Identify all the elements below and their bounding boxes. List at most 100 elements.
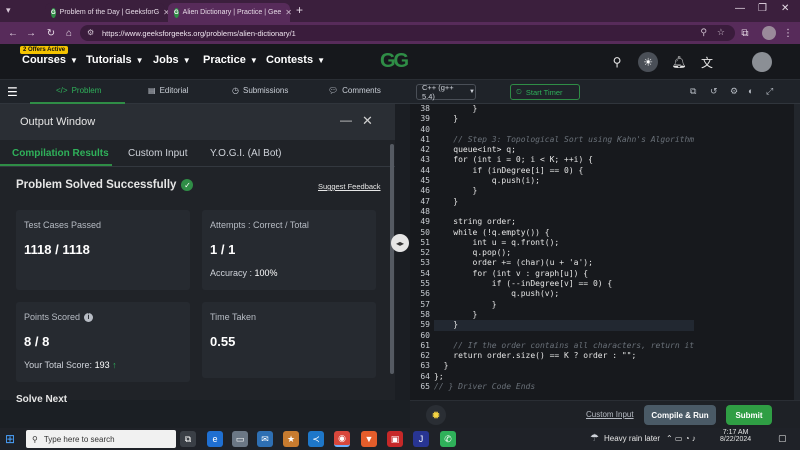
clock[interactable]: 7:17 AM 8/22/2024 — [720, 429, 751, 443]
browser-menu-icon[interactable]: ⋮ — [781, 26, 795, 40]
extensions-icon[interactable]: ⧉ — [738, 26, 752, 40]
code-line[interactable]: } — [434, 114, 694, 124]
zoom-icon[interactable]: ⚲ — [700, 27, 707, 38]
code-line[interactable]: q.push(i); — [434, 176, 694, 186]
notification-bell-icon[interactable]: 🔔︎ — [670, 53, 688, 71]
nav-jobs[interactable]: Jobs ▼ — [153, 54, 191, 66]
jetbrains-icon[interactable]: J — [413, 431, 429, 447]
code-line[interactable] — [434, 331, 694, 341]
code-line[interactable] — [434, 207, 694, 217]
gfg-logo[interactable]: GG — [380, 50, 409, 73]
code-line[interactable]: } — [434, 361, 694, 371]
fullscreen-icon[interactable]: ⤢ — [766, 86, 773, 97]
code-line[interactable]: } — [434, 300, 694, 310]
nav-contests[interactable]: Contests ▼ — [266, 54, 325, 66]
file-explorer-icon[interactable]: ▭ — [232, 431, 248, 447]
whatsapp-icon[interactable]: ✆ — [440, 431, 456, 447]
tab-yogi-ai-bot[interactable]: Y.O.G.I. (AI Bot) — [210, 148, 282, 159]
app-icon[interactable]: ▣ — [387, 431, 403, 447]
tab-editorial[interactable]: ▤ Editorial — [148, 86, 188, 95]
reload-icon[interactable]: ↻ — [44, 26, 58, 40]
theme-toggle-icon[interactable]: ☀ — [638, 52, 658, 72]
suggest-feedback-link[interactable]: Suggest Feedback — [318, 182, 381, 191]
offers-badge[interactable]: 2 Offers Active — [20, 46, 69, 54]
resize-handle-icon[interactable]: ◂▸ — [391, 234, 409, 252]
code-line[interactable]: for (int i = 0; i < K; ++i) { — [434, 155, 694, 165]
code-line[interactable]: if (--inDegree[v] == 0) { — [434, 279, 694, 289]
notification-center-icon[interactable]: ▢ — [778, 433, 787, 444]
nav-courses[interactable]: Courses ▼ — [22, 54, 78, 66]
new-tab-icon[interactable]: + — [296, 3, 303, 17]
nav-practice[interactable]: Practice ▼ — [203, 54, 258, 66]
start-timer-button[interactable]: ⏲ Start Timer — [510, 84, 580, 100]
tab-custom-input[interactable]: Custom Input — [128, 148, 187, 159]
brave-icon[interactable]: ▼ — [361, 431, 377, 447]
window-close-icon[interactable]: ✕ — [781, 3, 789, 14]
code-line[interactable]: q.pop(); — [434, 248, 694, 258]
bookmark-star-icon[interactable]: ☆ — [717, 27, 725, 38]
tab-search-icon[interactable]: ▾ — [6, 5, 18, 17]
settings-icon[interactable]: ⚙ — [730, 86, 738, 97]
reset-icon[interactable]: ↺ — [710, 86, 718, 97]
code-area[interactable]: } } // Step 3: Topological Sort using Ka… — [434, 104, 695, 392]
submit-button[interactable]: Submit — [726, 405, 772, 425]
tab-comments[interactable]: 💬︎ Comments — [328, 86, 381, 95]
code-line[interactable]: } — [434, 104, 694, 114]
code-line[interactable]: }; — [434, 372, 694, 382]
nav-tutorials[interactable]: Tutorials ▼ — [86, 54, 144, 66]
scrollbar[interactable] — [390, 144, 394, 374]
code-line[interactable]: return order.size() == K ? order : ""; — [434, 351, 694, 361]
editor-scrollbar[interactable] — [794, 104, 800, 400]
browser-tab-alien-dictionary[interactable]: G Alien Dictionary | Practice | Gee ✕ — [168, 3, 292, 22]
minimize-icon[interactable]: — — [735, 3, 745, 14]
info-icon[interactable]: i — [84, 312, 94, 322]
tray-icons[interactable]: ⌃ ▭ ◔ ♪ — [666, 434, 696, 443]
chrome-icon[interactable]: ◉ — [334, 431, 350, 447]
code-line[interactable]: q.push(v); — [434, 289, 694, 299]
code-editor[interactable]: 38 39 40 41 42 43 44 45 46 47 48 49 50 51 52 53 54 55 56 57… — [410, 104, 800, 400]
code-line[interactable]: } — [434, 186, 694, 196]
weather-text[interactable]: Heavy rain later — [604, 434, 660, 443]
search-icon[interactable]: ⚲ — [608, 53, 626, 71]
site-info-icon[interactable]: ⚙ — [87, 28, 94, 37]
back-icon[interactable]: ← — [6, 26, 20, 40]
code-line[interactable]: // Step 3: Topological Sort using Kahn's… — [434, 135, 694, 145]
code-line[interactable]: } — [434, 197, 694, 207]
copy-icon[interactable]: ⧉ — [690, 86, 696, 97]
tab-submissions[interactable]: ◷ Submissions — [232, 86, 288, 95]
task-view-icon[interactable]: ⧉ — [180, 431, 196, 447]
code-line[interactable]: while (!q.empty()) { — [434, 228, 694, 238]
code-line[interactable]: string order; — [434, 217, 694, 227]
code-line[interactable]: int u = q.front(); — [434, 238, 694, 248]
language-select[interactable]: C++ (g++ 5.4) ▼ — [416, 83, 476, 101]
vscode-icon[interactable]: ≺ — [308, 431, 324, 447]
code-line[interactable]: if (inDegree[i] == 0) { — [434, 166, 694, 176]
forward-icon[interactable]: → — [24, 26, 38, 40]
minimize-panel-icon[interactable]: — — [340, 113, 352, 127]
hamburger-menu-icon[interactable]: ☰ — [7, 85, 18, 99]
theme-icon[interactable]: ◐ — [748, 86, 753, 96]
code-line[interactable]: } — [434, 310, 694, 320]
translate-icon[interactable]: 文 — [698, 53, 716, 71]
code-line[interactable]: order += (char)(u + 'a'); — [434, 258, 694, 268]
code-line[interactable]: // } Driver Code Ends — [434, 382, 694, 392]
app-icon[interactable]: ★ — [283, 431, 299, 447]
code-line[interactable]: // If the order contains all characters,… — [434, 341, 694, 351]
code-line[interactable] — [434, 125, 694, 135]
windows-start-icon[interactable]: ⊞ — [5, 432, 19, 446]
home-icon[interactable]: ⌂ — [62, 26, 76, 40]
weather-icon[interactable]: ☂ — [590, 433, 599, 444]
mail-icon[interactable]: ✉ — [257, 431, 273, 447]
custom-input-link[interactable]: Custom Input — [586, 410, 634, 419]
browser-tab-potd[interactable]: G Problem of the Day | GeeksforG ✕ — [45, 3, 170, 22]
tab-compilation-results[interactable]: Compilation Results — [12, 148, 109, 159]
code-line[interactable]: for (int v : graph[u]) { — [434, 269, 694, 279]
url-field[interactable]: ⚙ https://www.geeksforgeeks.org/problems… — [80, 25, 735, 41]
user-avatar[interactable] — [752, 52, 772, 72]
close-panel-icon[interactable]: ✕ — [362, 113, 373, 129]
code-line[interactable]: } — [434, 320, 695, 331]
profile-avatar[interactable] — [762, 26, 776, 40]
tab-problem[interactable]: </> Problem — [56, 86, 101, 95]
panel-splitter[interactable] — [395, 104, 410, 400]
close-icon[interactable]: ✕ — [285, 8, 292, 17]
